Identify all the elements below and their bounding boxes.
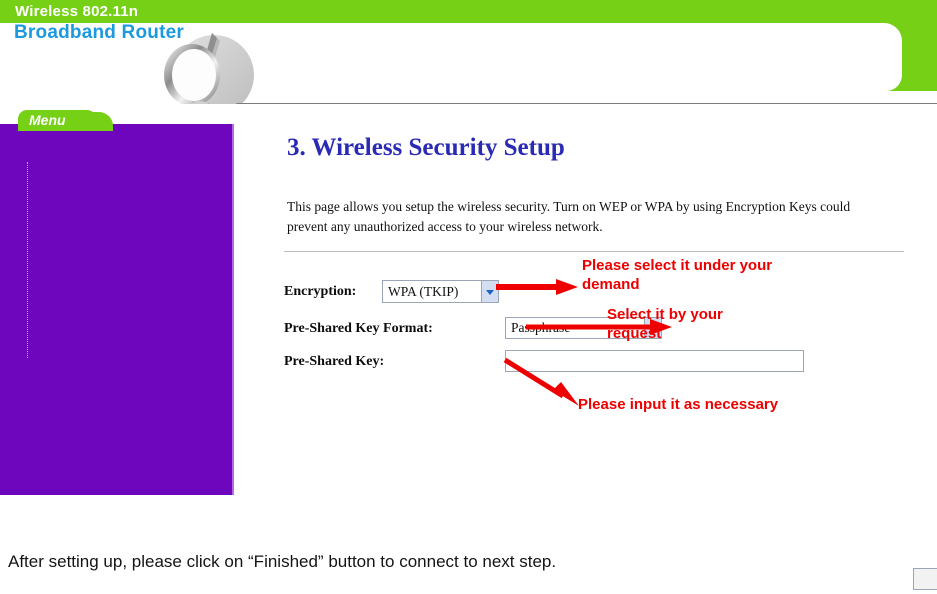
header-divider-line — [237, 103, 937, 104]
menu-tab-flare — [93, 112, 113, 131]
page-description: This page allows you setup the wireless … — [287, 199, 851, 234]
header-green-bar — [0, 0, 937, 23]
sidebar — [0, 124, 232, 495]
encryption-value: WPA (TKIP) — [388, 283, 459, 299]
header-green-notch-top — [880, 23, 902, 45]
header-green-right-column — [902, 0, 937, 91]
cancel-button[interactable]: Cancel — [913, 568, 937, 590]
annotation-encryption: Please select it under your demand — [582, 257, 773, 293]
main-content: 3. Wireless Security Setup This page all… — [234, 106, 937, 590]
instruction-caption: After setting up, please click on “Finis… — [8, 552, 557, 571]
annotation-arrow-encryption — [496, 279, 578, 295]
psk-format-label: Pre-Shared Key Format: — [284, 321, 433, 336]
encryption-label: Encryption: — [284, 284, 357, 299]
page-header: Wireless 802.11n Broadband Router — [0, 0, 937, 104]
sidebar-right-edge — [232, 124, 234, 495]
brand-standard-text: Wireless 802.11n — [15, 3, 139, 20]
annotation-psk: Please input it as necessary — [578, 396, 779, 413]
psk-label: Pre-Shared Key: — [284, 354, 385, 369]
annotation-psk-format: Select it by your request — [607, 306, 723, 342]
sidebar-tree-spine — [27, 162, 29, 358]
encryption-select[interactable]: WPA (TKIP) — [382, 280, 499, 303]
content-divider — [284, 251, 904, 252]
router-illustration-icon — [164, 33, 254, 104]
annotation-arrow-psk — [503, 357, 579, 406]
header-green-notch-bottom — [882, 69, 902, 91]
page-title: 3. Wireless Security Setup — [287, 134, 565, 161]
menu-tab[interactable]: Menu — [18, 110, 96, 131]
menu-tab-label: Menu — [29, 112, 66, 128]
